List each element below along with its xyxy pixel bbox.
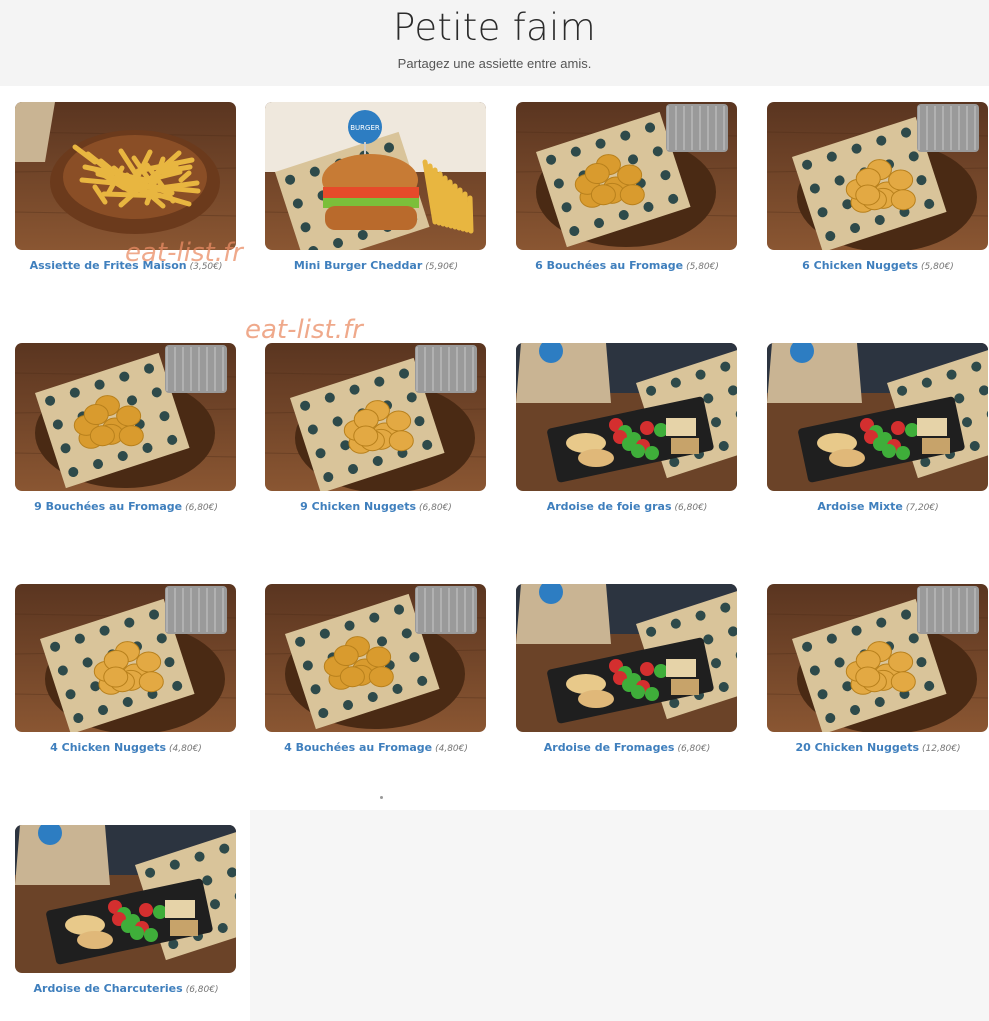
item-photo[interactable] <box>15 825 236 973</box>
item-caption[interactable]: Ardoise de Charcuteries (6,80€) <box>15 982 237 995</box>
item-name[interactable]: Ardoise Mixte <box>817 500 903 513</box>
item-caption[interactable]: 4 Chicken Nuggets (4,80€) <box>15 741 237 754</box>
item-name[interactable]: 6 Chicken Nuggets <box>802 259 918 272</box>
item-caption[interactable]: Mini Burger Cheddar (5,90€) <box>265 259 487 272</box>
item-photo[interactable] <box>767 584 988 732</box>
food-image <box>265 343 486 491</box>
food-image <box>767 584 988 732</box>
food-image <box>767 343 988 491</box>
item-caption[interactable]: 9 Bouchées au Fromage (6,80€) <box>15 500 237 513</box>
item-price: (5,90€) <box>425 262 459 272</box>
item-caption[interactable]: 6 Chicken Nuggets (5,80€) <box>767 259 989 272</box>
menu-item[interactable]: 9 Chicken Nuggets (6,80€) <box>265 343 487 513</box>
item-name[interactable]: Mini Burger Cheddar <box>294 259 422 272</box>
item-price: (6,80€) <box>185 985 219 995</box>
menu-item[interactable]: 6 Chicken Nuggets (5,80€) <box>767 102 989 272</box>
food-image <box>15 584 236 732</box>
item-caption[interactable]: Ardoise Mixte (7,20€) <box>767 500 989 513</box>
item-photo[interactable] <box>767 343 988 491</box>
item-photo[interactable] <box>265 343 486 491</box>
food-image <box>15 102 236 250</box>
item-name[interactable]: 4 Bouchées au Fromage <box>284 741 432 754</box>
item-photo[interactable] <box>767 102 988 250</box>
item-photo[interactable] <box>15 343 236 491</box>
menu-grid: Assiette de Frites Maison (3,50€) BURGER … <box>0 0 989 1021</box>
item-name[interactable]: 9 Bouchées au Fromage <box>34 500 182 513</box>
food-image <box>767 102 988 250</box>
item-price: (6,80€) <box>419 503 452 513</box>
menu-item[interactable]: 4 Bouchées au Fromage (4,80€) <box>265 584 487 754</box>
food-image <box>516 343 737 491</box>
item-photo[interactable] <box>516 584 737 732</box>
item-name[interactable]: Assiette de Frites Maison <box>30 259 187 272</box>
item-price: (6,80€) <box>677 744 711 754</box>
item-price: (3,50€) <box>189 262 223 272</box>
item-caption[interactable]: Assiette de Frites Maison (3,50€) <box>15 259 237 272</box>
item-photo[interactable] <box>15 584 236 732</box>
menu-item[interactable]: Ardoise de foie gras (6,80€) <box>516 343 738 513</box>
item-name[interactable]: 4 Chicken Nuggets <box>50 741 166 754</box>
menu-item[interactable]: Ardoise de Charcuteries (6,80€) <box>15 825 237 995</box>
item-caption[interactable]: 6 Bouchées au Fromage (5,80€) <box>516 259 738 272</box>
item-price: (12,80€) <box>922 744 961 754</box>
menu-item[interactable]: Ardoise de Fromages (6,80€) <box>516 584 738 754</box>
item-photo[interactable] <box>15 102 236 250</box>
menu-item[interactable]: Assiette de Frites Maison (3,50€) <box>15 102 237 272</box>
item-photo[interactable] <box>516 102 737 250</box>
food-image <box>516 584 737 732</box>
item-name[interactable]: 6 Bouchées au Fromage <box>535 259 683 272</box>
item-photo[interactable]: BURGER <box>265 102 486 250</box>
item-price: (6,80€) <box>185 503 218 513</box>
item-name[interactable]: Ardoise de foie gras <box>547 500 672 513</box>
food-image: BURGER <box>265 102 486 250</box>
menu-item[interactable]: BURGER Mini Burger Cheddar (5,90€) <box>265 102 487 272</box>
item-price: (4,80€) <box>435 744 468 754</box>
item-caption[interactable]: 20 Chicken Nuggets (12,80€) <box>767 741 989 754</box>
menu-item[interactable]: 20 Chicken Nuggets (12,80€) <box>767 584 989 754</box>
food-image <box>15 343 236 491</box>
item-price: (4,80€) <box>169 744 202 754</box>
menu-item[interactable]: 6 Bouchées au Fromage (5,80€) <box>516 102 738 272</box>
item-photo[interactable] <box>265 584 486 732</box>
item-price: (6,80€) <box>674 503 708 513</box>
food-image <box>15 825 236 973</box>
svg-text:BURGER: BURGER <box>350 124 380 132</box>
menu-item[interactable]: 9 Bouchées au Fromage (6,80€) <box>15 343 237 513</box>
item-caption[interactable]: 4 Bouchées au Fromage (4,80€) <box>265 741 487 754</box>
food-image <box>265 584 486 732</box>
item-price: (7,20€) <box>905 503 939 513</box>
item-name[interactable]: 20 Chicken Nuggets <box>795 741 919 754</box>
item-photo[interactable] <box>516 343 737 491</box>
food-image <box>516 102 737 250</box>
item-name[interactable]: Ardoise de Charcuteries <box>34 982 183 995</box>
item-caption[interactable]: Ardoise de foie gras (6,80€) <box>516 500 738 513</box>
item-name[interactable]: 9 Chicken Nuggets <box>300 500 416 513</box>
item-name[interactable]: Ardoise de Fromages <box>544 741 675 754</box>
item-caption[interactable]: 9 Chicken Nuggets (6,80€) <box>265 500 487 513</box>
item-price: (5,80€) <box>921 262 954 272</box>
item-caption[interactable]: Ardoise de Fromages (6,80€) <box>516 741 738 754</box>
item-price: (5,80€) <box>686 262 719 272</box>
menu-item[interactable]: 4 Chicken Nuggets (4,80€) <box>15 584 237 754</box>
menu-item[interactable]: Ardoise Mixte (7,20€) <box>767 343 989 513</box>
